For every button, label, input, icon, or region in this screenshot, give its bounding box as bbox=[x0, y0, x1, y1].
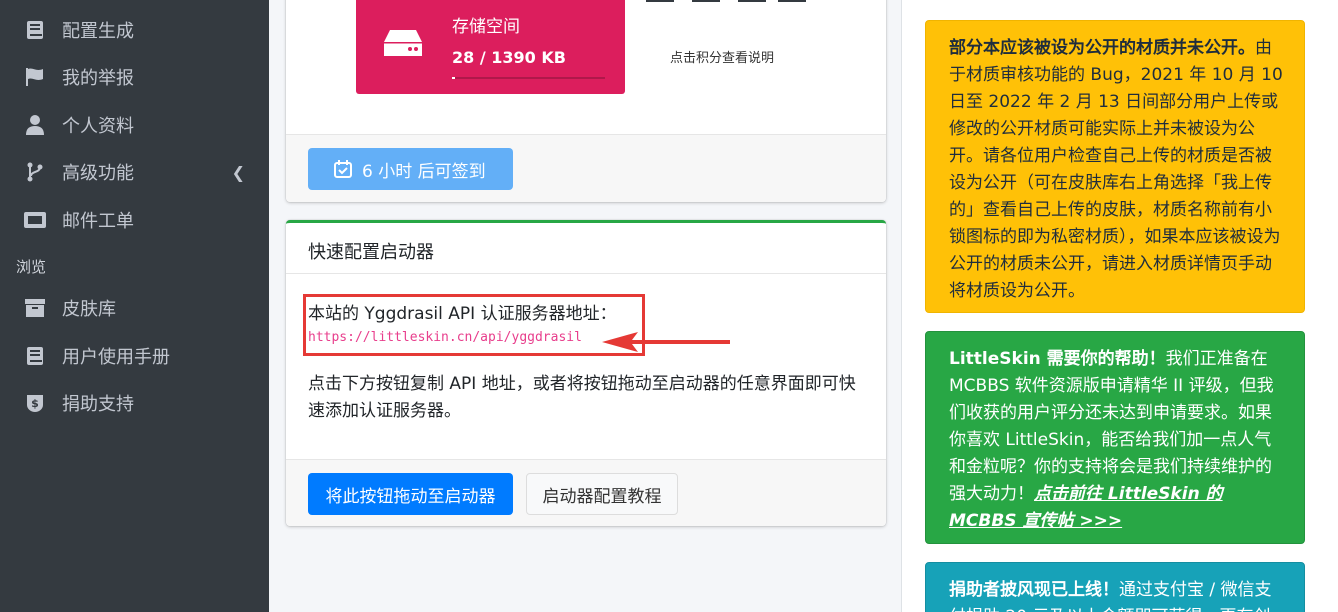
sidebar-item-skinlib[interactable]: 皮肤库 bbox=[0, 288, 269, 328]
calendar-check-icon bbox=[334, 160, 352, 178]
card-header: 快速配置启动器 bbox=[286, 223, 886, 274]
sidebar-item-label: 我的举报 bbox=[62, 68, 134, 89]
sidebar-item-label: 高级功能 bbox=[62, 163, 134, 184]
sidebar-item-label: 配置生成 bbox=[62, 21, 134, 42]
score-hint: 点击积分查看说明 bbox=[670, 51, 775, 66]
help-notice: LittleSkin 需要你的帮助！我们正准备在 MCBBS 软件资源版申请精华… bbox=[925, 331, 1305, 544]
help-body: 我们正准备在 MCBBS 软件资源版申请精华 II 评级，但我们收获的用户评分还… bbox=[949, 349, 1274, 504]
warning-body: 由于材质审核功能的 Bug，2021 年 10 月 10 日至 2022 年 2… bbox=[949, 38, 1283, 301]
donor-cape-notice: 捐助者披风现已上线！通过支付宝 / 微信支付捐助 20 元及以上金额即可获得，更… bbox=[925, 562, 1305, 612]
warning-notice: 部分本应该被设为公开的材质并未公开。由于材质审核功能的 Bug，2021 年 1… bbox=[925, 20, 1305, 313]
checkin-button[interactable]: 6 小时 后可签到 bbox=[308, 148, 513, 190]
storage-progress-bar bbox=[452, 77, 605, 79]
chevron-left-icon: ❮ bbox=[231, 162, 245, 182]
user-icon bbox=[24, 114, 46, 136]
launcher-tutorial-button[interactable]: 启动器配置教程 bbox=[526, 473, 678, 515]
arrow-annotation bbox=[602, 332, 730, 352]
launcher-description: 点击下方按钮复制 API 地址，或者将按钮拖动至启动器的任意界面即可快速添加认证… bbox=[308, 374, 856, 421]
highlight-box bbox=[303, 294, 645, 356]
flag-icon bbox=[24, 66, 46, 88]
ticket-icon bbox=[24, 209, 46, 231]
card-footer: 将此按钮拖动至启动器 启动器配置教程 bbox=[286, 459, 886, 526]
sidebar-item-donate[interactable]: $ 捐助支持 bbox=[0, 383, 269, 423]
stats-card-footer: 6 小时 后可签到 bbox=[286, 134, 886, 202]
book-icon bbox=[24, 345, 46, 367]
sidebar-item-config[interactable]: 配置生成 bbox=[0, 10, 269, 50]
sidebar-item-tickets[interactable]: 邮件工单 bbox=[0, 200, 269, 240]
launcher-config-card: 快速配置启动器 本站的 Yggdrasil API 认证服务器地址： https… bbox=[286, 220, 886, 526]
stats-card: 存储空间 28 / 1390 KB 点击积分查看说明 6 小时 后可签到 bbox=[286, 0, 886, 202]
dollar-icon: $ bbox=[24, 392, 46, 414]
sidebar-item-label: 用户使用手册 bbox=[62, 347, 170, 368]
drag-to-launcher-button[interactable]: 将此按钮拖动至启动器 bbox=[308, 473, 513, 515]
sidebar-item-label: 邮件工单 bbox=[62, 211, 134, 232]
book-icon bbox=[24, 19, 46, 41]
donor-title: 捐助者披风现已上线！ bbox=[949, 580, 1119, 600]
sidebar-section-header: 浏览 bbox=[16, 258, 47, 276]
archive-icon bbox=[24, 297, 46, 319]
sidebar-item-manual[interactable]: 用户使用手册 bbox=[0, 336, 269, 376]
sidebar-item-label: 捐助支持 bbox=[62, 394, 134, 415]
svg-text:$: $ bbox=[31, 397, 39, 410]
card-title: 快速配置启动器 bbox=[308, 242, 434, 263]
score-display[interactable] bbox=[646, 0, 806, 4]
notice-column: 部分本应该被设为公开的材质并未公开。由于材质审核功能的 Bug，2021 年 1… bbox=[901, 0, 1338, 612]
storage-title: 存储空间 bbox=[452, 17, 520, 37]
sidebar-item-label: 皮肤库 bbox=[62, 299, 116, 320]
checkin-label: 6 小时 后可签到 bbox=[362, 161, 486, 182]
storage-progress-fill bbox=[452, 77, 456, 79]
help-title: LittleSkin 需要你的帮助！ bbox=[949, 349, 1166, 369]
sidebar-item-label: 个人资料 bbox=[62, 116, 134, 137]
storage-info-box: 存储空间 28 / 1390 KB bbox=[356, 0, 625, 94]
sidebar-item-reports[interactable]: 我的举报 bbox=[0, 57, 269, 97]
code-branch-icon bbox=[24, 161, 46, 183]
hdd-icon bbox=[384, 30, 422, 60]
sidebar-item-profile[interactable]: 个人资料 bbox=[0, 105, 269, 145]
sidebar: 配置生成 我的举报 个人资料 高级功能 ❮ 邮件工单 浏览 皮肤库 用户使用手册… bbox=[0, 0, 269, 612]
sidebar-item-advanced[interactable]: 高级功能 ❮ bbox=[0, 152, 269, 192]
storage-value: 28 / 1390 KB bbox=[452, 48, 566, 67]
warning-title: 部分本应该被设为公开的材质并未公开。 bbox=[949, 38, 1255, 58]
